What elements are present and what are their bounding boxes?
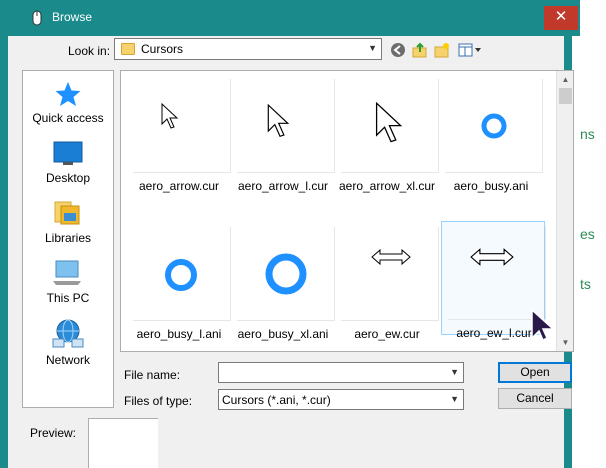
mouse-icon [32, 10, 42, 26]
file-tile[interactable]: aero_arrow.cur [127, 75, 231, 193]
window-title: Browse [52, 10, 93, 24]
file-thumbnail [237, 79, 335, 173]
place-libraries[interactable]: Libraries [23, 199, 113, 245]
file-thumbnail [341, 79, 439, 173]
file-list[interactable]: aero_arrow.cur aero_arrow_l.cur aero_arr… [120, 70, 574, 352]
file-thumbnail [445, 79, 543, 173]
look-in-value: Cursors [141, 42, 184, 56]
file-name-input[interactable]: ▼ [218, 362, 464, 383]
resize-ew-icon [371, 248, 411, 266]
desktop-icon [53, 141, 83, 165]
vertical-scrollbar[interactable]: ▲ ▼ [556, 71, 573, 351]
files-of-type-value: Cursors (*.ani, *.cur) [222, 393, 331, 407]
up-folder-icon[interactable] [412, 42, 428, 58]
chevron-down-icon: ▼ [368, 43, 377, 53]
preview-box [88, 418, 158, 468]
background-window: ns es ts [570, 36, 606, 468]
close-button[interactable]: ✕ [544, 6, 578, 30]
place-quick-access[interactable]: Quick access [23, 81, 113, 125]
browse-dialog: Browse ✕ Look in: Cursors ▼ Quick access [0, 0, 580, 468]
place-label: Libraries [44, 231, 92, 245]
arrow-cursor-icon [161, 103, 179, 129]
open-button[interactable]: Open [498, 362, 572, 383]
file-name: aero_busy_xl.ani [237, 327, 329, 341]
place-label: Desktop [45, 171, 91, 185]
libraries-icon [54, 201, 80, 225]
chevron-down-icon[interactable]: ▼ [450, 367, 459, 377]
title-bar[interactable]: Browse ✕ [8, 0, 580, 36]
place-label: This PC [46, 291, 90, 305]
place-label: Quick access [32, 111, 104, 125]
file-tile[interactable]: aero_busy_xl.ani [231, 223, 335, 341]
network-icon [52, 319, 84, 348]
file-tile[interactable]: aero_ew.cur [335, 223, 439, 341]
file-name: aero_busy.ani [453, 179, 529, 193]
place-desktop[interactable]: Desktop [23, 141, 113, 185]
file-name: aero_busy_l.ani [136, 327, 222, 341]
file-thumbnail [448, 226, 546, 320]
file-name: aero_arrow_xl.cur [338, 179, 436, 193]
scroll-thumb[interactable] [559, 88, 572, 104]
file-tile[interactable]: aero_arrow_xl.cur [335, 75, 439, 193]
view-menu-icon[interactable] [458, 42, 484, 58]
busy-ring-icon [481, 113, 507, 139]
place-label: Network [45, 353, 90, 367]
arrow-cursor-icon [267, 103, 290, 138]
mouse-pointer-icon [531, 308, 555, 342]
files-of-type-label: Files of type: [124, 394, 193, 408]
place-network[interactable]: Network [23, 319, 113, 367]
scroll-down-icon[interactable]: ▼ [558, 335, 573, 350]
file-thumbnail [341, 227, 439, 321]
computer-icon [53, 260, 81, 285]
chevron-down-icon: ▼ [450, 394, 459, 404]
background-text: ts [580, 276, 591, 292]
new-folder-icon[interactable] [434, 42, 450, 58]
scroll-up-icon[interactable]: ▲ [558, 72, 573, 87]
background-text: es [580, 226, 595, 242]
files-of-type-select[interactable]: Cursors (*.ani, *.cur) ▼ [218, 389, 464, 410]
back-icon[interactable] [390, 42, 406, 58]
cancel-button[interactable]: Cancel [498, 388, 572, 409]
file-thumbnail [133, 79, 231, 173]
file-tile[interactable]: aero_busy.ani [439, 75, 543, 193]
file-name: aero_arrow.cur [138, 179, 220, 193]
file-tile[interactable]: aero_busy_l.ani [127, 223, 231, 341]
file-thumbnail [133, 227, 231, 321]
file-name-label: File name: [124, 368, 181, 382]
file-thumbnail [237, 227, 335, 321]
busy-ring-icon [165, 259, 197, 291]
folder-icon [121, 43, 135, 55]
close-icon: ✕ [554, 8, 568, 25]
star-icon [55, 82, 81, 106]
background-text: ns [580, 126, 595, 142]
arrow-cursor-icon [375, 101, 403, 143]
file-tile[interactable]: aero_arrow_l.cur [231, 75, 335, 193]
place-this-pc[interactable]: This PC [23, 259, 113, 305]
busy-ring-icon [265, 253, 307, 295]
look-in-label: Look in: [68, 44, 111, 58]
look-in-combo[interactable]: Cursors ▼ [114, 38, 382, 60]
preview-label: Preview: [30, 426, 77, 440]
resize-ew-icon [470, 248, 514, 266]
file-name: aero_arrow_l.cur [237, 179, 329, 193]
file-name: aero_ew.cur [354, 327, 420, 341]
places-bar: Quick access Desktop Libraries This PC N… [22, 70, 114, 408]
